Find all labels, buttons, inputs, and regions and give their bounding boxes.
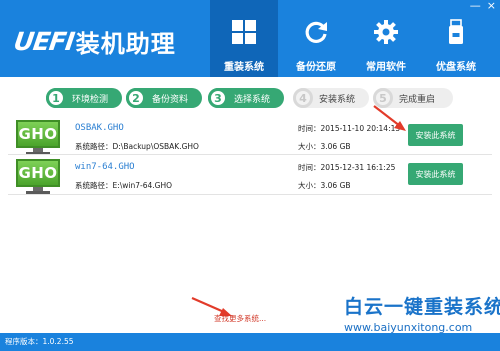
- list-item[interactable]: GHO win7-64.GHO 系统路径：E:\win7-64.GHO 时间：2…: [16, 159, 486, 195]
- tab-label: 常用软件: [366, 62, 406, 73]
- step-number: 2: [126, 88, 146, 108]
- tab-label: 重装系统: [224, 62, 264, 73]
- tab-usb-system[interactable]: 优盘系统: [422, 0, 490, 77]
- usb-icon: [449, 19, 463, 44]
- step-label: 完成重启: [399, 94, 436, 105]
- step-label: 环境检测: [72, 94, 109, 105]
- row-divider: [8, 154, 492, 155]
- install-system-button[interactable]: 安装此系统: [408, 163, 463, 185]
- logo-mark: UEFI: [11, 26, 76, 56]
- refresh-icon: [305, 21, 327, 43]
- system-path: 系统路径：E:\win7-64.GHO: [75, 181, 173, 190]
- gho-monitor-icon: GHO: [16, 159, 60, 195]
- step-label: 安装系统: [319, 94, 356, 105]
- system-size: 大小：3.06 GB: [298, 142, 351, 151]
- list-item[interactable]: GHO OSBAK.GHO 系统路径：D:\Backup\OSBAK.GHO 时…: [16, 120, 486, 156]
- version-text: 程序版本：1.0.2.55: [5, 337, 74, 346]
- tab-backup-restore[interactable]: 备份还原: [282, 0, 350, 77]
- step-backup-data: 2 备份资料: [126, 88, 202, 108]
- gho-badge: GHO: [16, 120, 60, 148]
- status-bar: 程序版本：1.0.2.55: [0, 333, 500, 351]
- system-file-name: win7-64.GHO: [75, 162, 135, 172]
- windows-icon: [232, 20, 256, 44]
- step-number: 4: [293, 88, 313, 108]
- system-time: 时间：2015-12-31 16:1:25: [298, 163, 396, 172]
- tab-reinstall-system[interactable]: 重装系统: [210, 0, 278, 77]
- step-select-system: 3 选择系统: [208, 88, 284, 108]
- step-env-check: 1 环境检测: [46, 88, 122, 108]
- tab-common-software[interactable]: 常用软件: [352, 0, 420, 77]
- watermark-title: 白云一键重装系统: [344, 296, 500, 318]
- header-bar: — × UEFI 装机助理 重装系统 备份还原 常用软件 优盘系统: [0, 0, 500, 77]
- step-number: 1: [46, 88, 66, 108]
- app-logo: UEFI 装机助理: [11, 26, 176, 58]
- search-more-systems-link[interactable]: 查找更多系统...: [214, 313, 266, 324]
- row-divider: [8, 194, 492, 195]
- gho-monitor-icon: GHO: [16, 120, 60, 156]
- step-number: 3: [208, 88, 228, 108]
- gear-icon: [374, 20, 398, 44]
- step-install-system: 4 安装系统: [293, 88, 369, 108]
- app-title: 装机助理: [75, 29, 176, 58]
- system-file-name: OSBAK.GHO: [75, 123, 124, 133]
- system-path: 系统路径：D:\Backup\OSBAK.GHO: [75, 142, 199, 151]
- system-size: 大小：3.06 GB: [298, 181, 351, 190]
- red-arrow-icon: [373, 105, 406, 131]
- step-label: 备份资料: [152, 94, 189, 105]
- tab-label: 备份还原: [296, 62, 336, 73]
- step-label: 选择系统: [234, 94, 271, 105]
- gho-badge: GHO: [16, 159, 60, 187]
- install-system-button[interactable]: 安装此系统: [408, 124, 463, 146]
- watermark: 白云一键重装系统 www.baiyunxitong.com: [344, 292, 500, 334]
- tab-label: 优盘系统: [436, 62, 476, 73]
